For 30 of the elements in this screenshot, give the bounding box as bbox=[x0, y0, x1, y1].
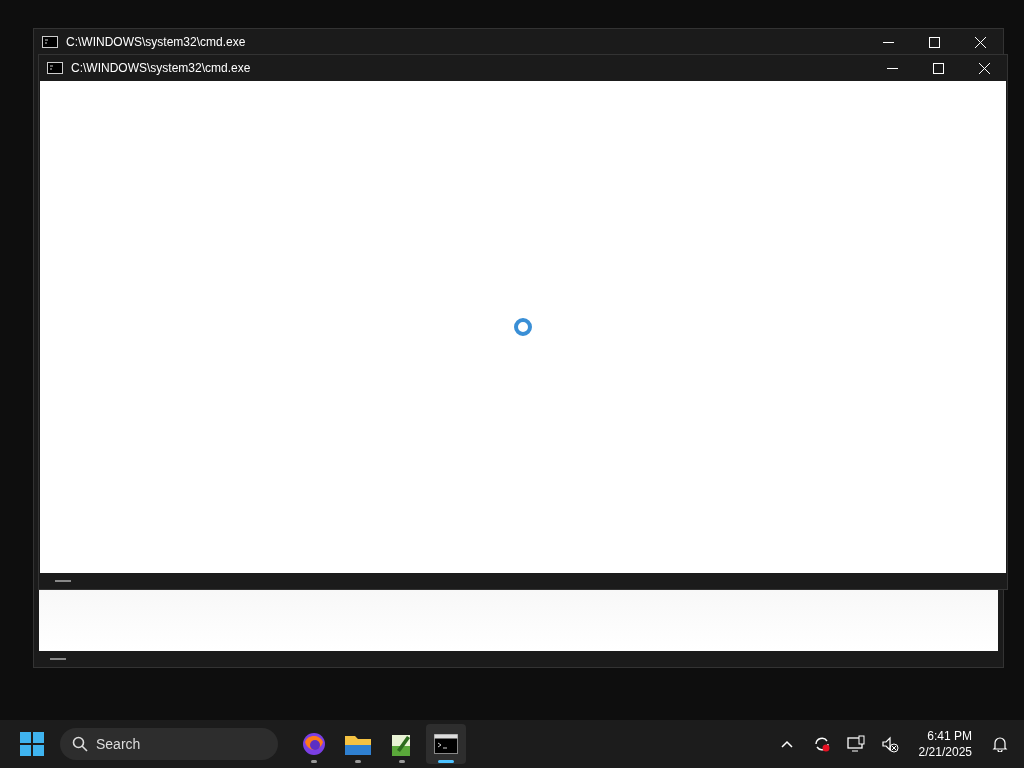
terminal-icon bbox=[47, 62, 63, 74]
terminal-icon bbox=[42, 36, 58, 48]
sync-alert-icon[interactable] bbox=[812, 735, 831, 753]
close-icon bbox=[974, 36, 986, 48]
minimize-icon bbox=[882, 41, 894, 43]
window-title: C:\WINDOWS\system32\cmd.exe bbox=[71, 60, 252, 77]
network-icon[interactable] bbox=[846, 735, 865, 753]
muted-speaker-icon[interactable] bbox=[880, 735, 899, 753]
maximize-icon bbox=[928, 36, 940, 48]
notepad-icon bbox=[391, 732, 413, 756]
clock-date: 2/21/2025 bbox=[918, 744, 972, 760]
minimize-icon bbox=[886, 67, 898, 69]
terminal-icon bbox=[434, 734, 458, 754]
running-indicator bbox=[399, 760, 405, 763]
folder-icon bbox=[345, 733, 371, 755]
close-icon bbox=[978, 62, 990, 74]
maximize-icon bbox=[932, 62, 944, 74]
chevron-up-icon[interactable] bbox=[780, 740, 793, 748]
clock-time: 6:41 PM bbox=[927, 728, 972, 744]
windows-start-icon[interactable] bbox=[20, 732, 44, 756]
running-indicator bbox=[311, 760, 317, 763]
loading-spinner bbox=[513, 317, 533, 337]
search-field[interactable]: Search bbox=[60, 728, 278, 760]
fox-globe-icon bbox=[302, 732, 326, 756]
running-indicator bbox=[438, 760, 454, 763]
window-title: C:\WINDOWS\system32\cmd.exe bbox=[66, 34, 247, 51]
bell-icon[interactable] bbox=[992, 736, 1008, 752]
taskbar-app[interactable] bbox=[426, 724, 466, 764]
search-icon bbox=[72, 736, 88, 752]
running-indicator bbox=[355, 760, 361, 763]
